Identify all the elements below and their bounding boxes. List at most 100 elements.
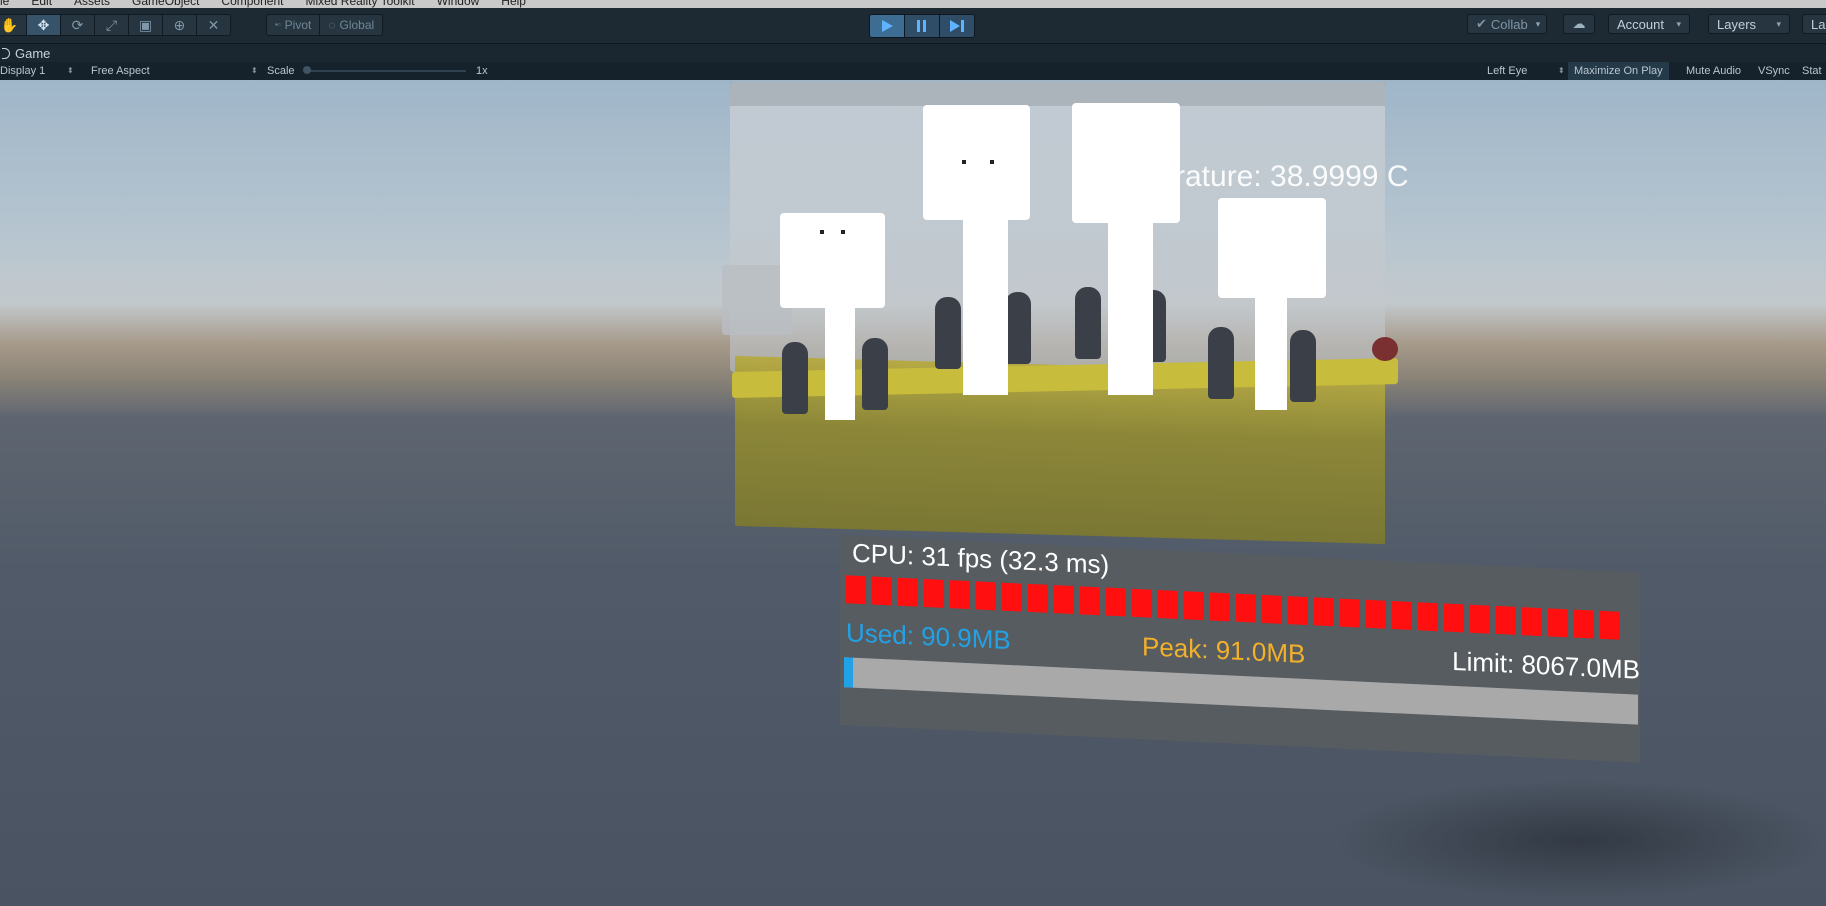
maximize-on-play-toggle[interactable]: Maximize On Play xyxy=(1568,62,1669,80)
cloud-button[interactable]: ☁ xyxy=(1563,14,1595,34)
check-icon: ✔ xyxy=(1476,16,1487,31)
play-button[interactable] xyxy=(870,15,905,37)
fps-bar xyxy=(1392,601,1412,630)
diagnostics-panel: CPU: 31 fps (32.3 ms) Used: 90.9MB Peak:… xyxy=(840,535,1640,763)
hand-tool-button[interactable]: ✋ xyxy=(0,15,27,35)
menu-bar: le Edit Assets GameObject Component Mixe… xyxy=(0,0,1826,8)
main-toolbar: ✋ ✥ ⟳ ⤢ ▣ ⊕ ✕ ▪▫ Pivot ◌ Global ✔ Collab ▾… xyxy=(0,8,1826,44)
engine-sensor xyxy=(1372,337,1398,361)
display-label: Display 1 xyxy=(0,65,46,77)
fps-bar xyxy=(1418,602,1438,632)
menu-assets[interactable]: Assets xyxy=(74,0,110,8)
rotate-icon: ⟳ xyxy=(71,16,84,33)
engine-camshaft-lobe xyxy=(1208,327,1234,399)
updown-arrows-icon: ⬍ xyxy=(1558,66,1565,75)
layers-dropdown[interactable]: Layers ▾ xyxy=(1708,14,1790,34)
floor-shadow xyxy=(1330,780,1826,900)
pivot-icon: ▪▫ xyxy=(275,20,281,29)
engine-camshaft-lobe xyxy=(1005,292,1031,364)
custom-tool-button[interactable]: ✕ xyxy=(197,15,230,35)
engine-camshaft-lobe xyxy=(935,297,961,369)
aspect-dropdown[interactable]: Free Aspect xyxy=(91,62,150,80)
transform-icon: ⊕ xyxy=(173,16,186,33)
menu-window[interactable]: Window xyxy=(437,0,480,8)
tools-icon: ✕ xyxy=(207,16,220,33)
pause-button[interactable] xyxy=(905,15,940,37)
scale-slider-track[interactable] xyxy=(306,70,466,72)
collab-label: Collab xyxy=(1490,16,1528,32)
fps-bar xyxy=(1444,603,1464,633)
menu-gameobject[interactable]: GameObject xyxy=(132,0,199,8)
aspect-label: Free Aspect xyxy=(91,65,150,77)
updown-arrows-icon: ⬍ xyxy=(67,66,74,75)
fps-bar xyxy=(872,576,892,606)
fps-bar xyxy=(1028,583,1048,613)
layout-dropdown[interactable]: La xyxy=(1802,14,1826,34)
mute-audio-toggle[interactable]: Mute Audio xyxy=(1680,62,1747,80)
menu-help[interactable]: Help xyxy=(501,0,526,8)
menu-component[interactable]: Component xyxy=(221,0,283,8)
layers-label: Layers xyxy=(1717,16,1757,32)
fps-bar xyxy=(1106,587,1126,617)
fps-bar xyxy=(1184,591,1204,621)
fps-bar xyxy=(1080,586,1100,616)
rect-icon: ▣ xyxy=(138,16,153,33)
fps-bar xyxy=(924,578,944,608)
menu-file[interactable]: le xyxy=(0,0,9,8)
engine-camshaft-lobe xyxy=(1290,330,1316,402)
tab-game-label: Game xyxy=(15,45,51,61)
pivot-toggle-group: ▪▫ Pivot ◌ Global xyxy=(266,14,384,36)
memory-bar-used-fill xyxy=(844,657,853,688)
fps-bar xyxy=(1340,598,1360,628)
eye-label: Left Eye xyxy=(1487,65,1528,77)
menu-mrtk[interactable]: Mixed Reality Toolkit xyxy=(305,0,414,8)
fps-bar xyxy=(1522,607,1542,637)
pause-icon xyxy=(917,20,926,32)
global-button[interactable]: ◌ Global xyxy=(320,15,382,35)
account-label: Account xyxy=(1617,16,1664,32)
global-label: Global xyxy=(339,18,375,32)
vsync-toggle[interactable]: VSync xyxy=(1752,62,1796,80)
transform-tool-button[interactable]: ⊕ xyxy=(163,15,197,35)
eye-dropdown[interactable]: Left Eye xyxy=(1487,62,1527,80)
mute-label: Mute Audio xyxy=(1686,65,1742,77)
game-view-toolbar: Display 1 ⬍ Free Aspect ⬍ Scale 1x Left … xyxy=(0,62,1826,80)
fps-bar xyxy=(1002,582,1022,612)
layout-label: La xyxy=(1811,16,1826,32)
globe-icon: ◌ xyxy=(328,18,336,32)
step-icon xyxy=(950,20,964,32)
cloud-icon: ☁ xyxy=(1572,16,1586,31)
chevron-down-icon: ▾ xyxy=(1535,18,1541,29)
move-tool-button[interactable]: ✥ xyxy=(27,15,61,35)
gamepad-icon xyxy=(2,47,10,59)
updown-arrows-icon: ⬍ xyxy=(251,66,258,75)
tab-game[interactable]: Game xyxy=(0,44,50,62)
pivot-button[interactable]: ▪▫ Pivot xyxy=(267,15,321,35)
engine-camshaft-lobe xyxy=(1075,287,1101,359)
temperature-readout: rature: 38.9999 C xyxy=(1175,160,1409,193)
fps-bar xyxy=(1158,589,1178,619)
engine-camshaft-lobe xyxy=(782,342,808,414)
fps-bar xyxy=(1262,594,1282,624)
rotate-tool-button[interactable]: ⟳ xyxy=(61,15,95,35)
fps-bar xyxy=(1600,610,1620,640)
playback-controls xyxy=(869,14,975,38)
rect-tool-button[interactable]: ▣ xyxy=(129,15,163,35)
fps-bar xyxy=(1366,599,1386,629)
engine-camshaft-lobe xyxy=(862,338,888,410)
collab-dropdown[interactable]: ✔ Collab ▾ xyxy=(1467,14,1547,34)
chevron-down-icon: ▾ xyxy=(1776,18,1781,29)
tab-bar: Game xyxy=(0,44,1826,62)
game-viewport[interactable]: rature: 38.9999 C CPU: 31 fps (32.3 ms) … xyxy=(0,80,1826,906)
fps-bar xyxy=(950,580,970,610)
pivot-label: Pivot xyxy=(284,18,312,32)
display-dropdown[interactable]: Display 1 xyxy=(0,62,45,80)
scale-slider-handle[interactable] xyxy=(303,66,311,74)
stats-toggle[interactable]: Stat xyxy=(1796,62,1826,80)
fps-bar xyxy=(1548,608,1568,638)
account-dropdown[interactable]: Account ▾ xyxy=(1608,14,1690,34)
fps-bar xyxy=(1236,593,1256,623)
step-button[interactable] xyxy=(940,15,974,37)
menu-edit[interactable]: Edit xyxy=(31,0,52,8)
scale-tool-button[interactable]: ⤢ xyxy=(95,15,129,35)
